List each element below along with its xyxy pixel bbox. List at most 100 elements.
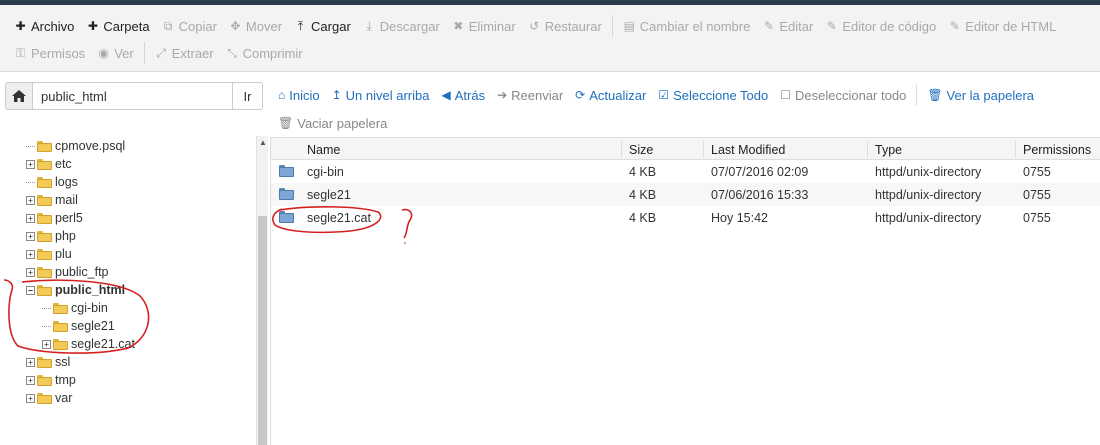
descargar-button[interactable]: ⤓ Descargar <box>357 14 446 38</box>
expand-icon[interactable]: + <box>26 195 35 205</box>
eliminar-button[interactable]: ✖ Eliminar <box>446 14 522 38</box>
cargar-button[interactable]: ⤒ Cargar <box>288 14 357 38</box>
comprimir-button[interactable]: ⤡ Comprimir <box>220 41 309 65</box>
editar-button[interactable]: ✎ Editar <box>756 14 819 38</box>
tree-item-label: perl5 <box>55 211 83 225</box>
tree-item-var[interactable]: + var <box>26 389 72 407</box>
table-row[interactable]: cgi-bin 4 KB 07/07/2016 02:09 httpd/unix-di… <box>271 160 1100 183</box>
restaurar-button[interactable]: ↺ Restaurar <box>522 14 608 38</box>
reenviar-button[interactable]: ➔ Reenviar <box>491 83 569 107</box>
key-icon: ⚿ <box>15 45 26 60</box>
tree-item-ssl[interactable]: + ssl <box>26 353 70 371</box>
header-size[interactable]: Size <box>629 138 653 161</box>
expand-icon[interactable]: + <box>26 213 35 223</box>
folder-icon <box>37 248 52 260</box>
toolbar-row-1: ✚ Archivo ✚ Carpeta ⧉ Copiar ✥ Mover ⤒ Cargar ⤓ Des… <box>8 13 1062 39</box>
header-name[interactable]: Name <box>307 138 340 161</box>
atras-button[interactable]: ◀ Atrás <box>436 83 492 107</box>
file-permissions: 0755 <box>1023 187 1051 202</box>
collapse-icon[interactable]: − <box>26 285 35 295</box>
un-nivel-arriba-button[interactable]: ↥ Un nivel arriba <box>326 83 436 107</box>
tree-item-label: cgi-bin <box>71 301 108 315</box>
tree-item-segle21-cat[interactable]: + segle21.cat <box>42 335 135 353</box>
folder-icon <box>279 211 294 223</box>
tree-item-public-ftp[interactable]: + public_ftp <box>26 263 109 281</box>
seleccione-todo-button[interactable]: ☑ Seleccione Todo <box>652 83 774 107</box>
file-last-modified: 07/06/2016 15:33 <box>711 187 809 202</box>
editor-de-html-button[interactable]: ✎ Editor de HTML <box>942 14 1062 38</box>
extraer-button[interactable]: ⤢ Extraer <box>149 41 220 65</box>
tree-item-label: segle21 <box>71 319 115 333</box>
tree-item-cgi-bin[interactable]: cgi-bin <box>42 299 108 317</box>
home-button[interactable] <box>5 82 33 110</box>
folder-icon <box>279 165 294 177</box>
nav-label: Atrás <box>454 87 486 103</box>
cambiar-el-nombre-button[interactable]: ▤ Cambiar el nombre <box>617 14 757 38</box>
folder-icon <box>37 392 52 404</box>
copiar-button[interactable]: ⧉ Copiar <box>156 14 223 38</box>
column-divider <box>867 141 868 158</box>
folder-icon <box>53 302 68 314</box>
tree-item-php[interactable]: + php <box>26 227 76 245</box>
actualizar-button[interactable]: ⟳ Actualizar <box>569 83 652 107</box>
expand-icon: ⤢ <box>156 45 166 60</box>
tree-item-label: public_ftp <box>55 265 109 279</box>
mover-button[interactable]: ✥ Mover <box>223 14 288 38</box>
tree-item-public-html[interactable]: − public_html <box>26 281 125 299</box>
copy-icon: ⧉ <box>163 18 173 33</box>
file-list-header: Name Size Last Modified Type Permissions <box>271 137 1100 160</box>
folder-tree: cpmove.psql + etc logs + mail + perl5 + php + plu + p… <box>0 136 256 445</box>
tree-item-plu[interactable]: + plu <box>26 245 72 263</box>
header-permissions[interactable]: Permissions <box>1023 138 1091 161</box>
expand-icon[interactable]: + <box>26 249 35 259</box>
folder-icon <box>37 266 52 278</box>
expand-icon[interactable]: + <box>26 375 35 385</box>
expand-icon[interactable]: + <box>26 267 35 277</box>
tree-item-perl5[interactable]: + perl5 <box>26 209 83 227</box>
nav-label: Vaciar papelera <box>297 115 388 131</box>
tree-item-label: php <box>55 229 76 243</box>
tree-item-etc[interactable]: + etc <box>26 155 72 173</box>
permisos-button[interactable]: ⚿ Permisos <box>8 41 91 65</box>
ver-button[interactable]: ◉ Ver <box>91 41 140 65</box>
tree-item-label: cpmove.psql <box>55 139 126 153</box>
deseleccionar-todo-button[interactable]: ☐ Deseleccionar todo <box>774 83 912 107</box>
expand-icon[interactable]: + <box>42 339 51 349</box>
carpeta-button[interactable]: ✚ Carpeta <box>80 14 155 38</box>
header-type[interactable]: Type <box>875 138 902 161</box>
nav-label: Reenviar <box>511 87 564 103</box>
folder-icon <box>37 356 52 368</box>
toolbar-label: Editar <box>779 18 814 34</box>
nav-label: Ver la papelera <box>946 87 1034 103</box>
ver-la-papelera-button[interactable]: 🗑 Ver la papelera <box>921 83 1040 107</box>
navigation-bar: ⌂ Inicio ↥ Un nivel arriba ◀ Atrás ➔ Reenviar ⟳ A… <box>272 82 1097 136</box>
archivo-button[interactable]: ✚ Archivo <box>8 14 80 38</box>
home-icon: ⌂ <box>278 88 286 102</box>
scroll-up-icon[interactable]: ▲ <box>257 136 269 150</box>
file-icon: ▤ <box>623 19 635 33</box>
folder-icon <box>37 140 52 152</box>
tree-item-mail[interactable]: + mail <box>26 191 78 209</box>
tree-item-segle21[interactable]: segle21 <box>42 317 115 335</box>
tree-item-tmp[interactable]: + tmp <box>26 371 76 389</box>
tree-item-logs[interactable]: logs <box>26 173 78 191</box>
table-row[interactable]: segle21 4 KB 07/06/2016 15:33 httpd/unix-di… <box>271 183 1100 206</box>
editor-de-codigo-button[interactable]: ✎ Editor de código <box>819 14 942 38</box>
vaciar-papelera-button[interactable]: 🗑 Vaciar papelera <box>272 111 393 135</box>
inicio-button[interactable]: ⌂ Inicio <box>272 83 326 107</box>
expand-icon[interactable]: + <box>26 231 35 241</box>
path-input[interactable] <box>33 82 233 110</box>
header-last-modified[interactable]: Last Modified <box>711 138 785 161</box>
folder-open-icon <box>37 284 52 296</box>
tree-scrollbar[interactable]: ▲ <box>256 136 268 445</box>
expand-icon[interactable]: + <box>26 159 35 169</box>
tree-connector <box>26 181 35 183</box>
go-button[interactable]: Ir <box>233 82 263 110</box>
edit-icon: ✎ <box>949 19 960 33</box>
scroll-thumb[interactable] <box>258 216 267 445</box>
table-row[interactable]: segle21.cat 4 KB Hoy 15:42 httpd/unix-direc… <box>271 206 1100 229</box>
expand-icon[interactable]: + <box>26 357 35 367</box>
tree-item-cpmove-psql[interactable]: cpmove.psql <box>26 137 125 155</box>
expand-icon[interactable]: + <box>26 393 35 403</box>
nav-label: Un nivel arriba <box>345 87 430 103</box>
